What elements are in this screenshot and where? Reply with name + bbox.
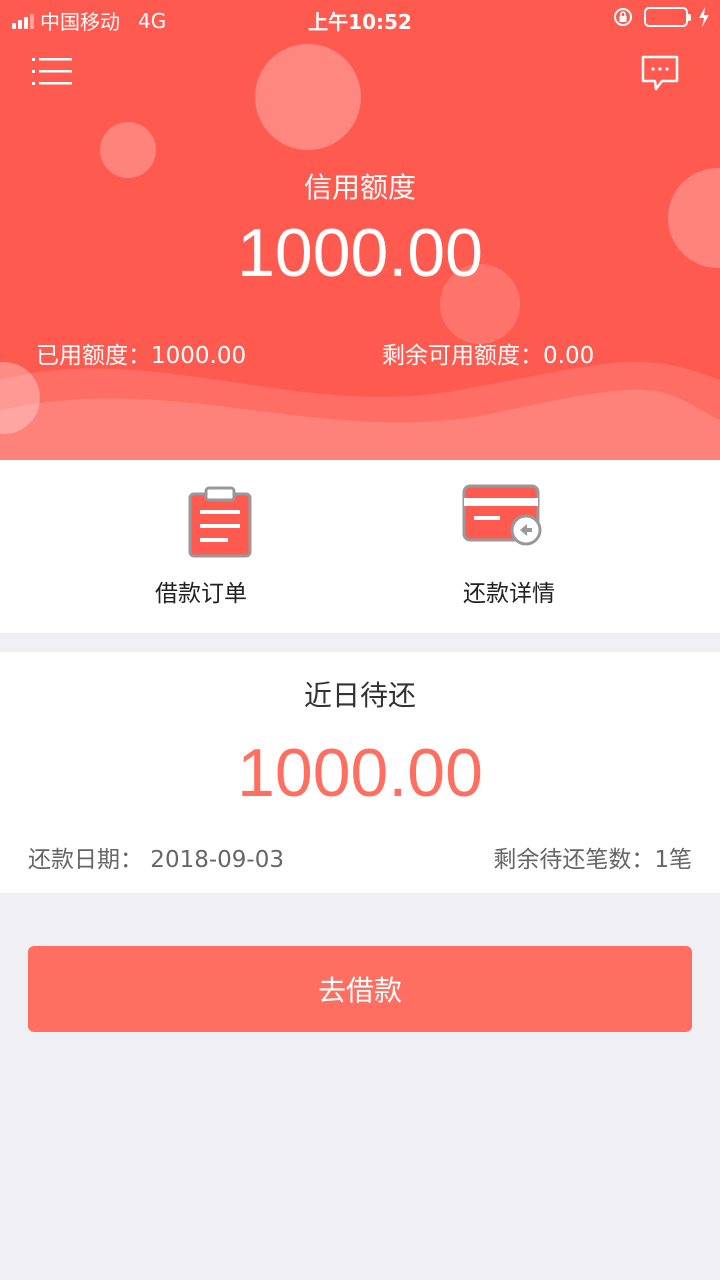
- quick-entries: 借款订单 还款详情: [0, 460, 720, 633]
- repayment-date: 还款日期： 2018-09-03: [28, 847, 284, 873]
- message-icon[interactable]: [640, 54, 680, 92]
- borrow-button[interactable]: 去借款: [28, 946, 692, 1032]
- card-repay-icon: [462, 484, 542, 546]
- credit-limit-label: 信用额度: [303, 171, 416, 204]
- repayment-details-label: 还款详情: [463, 581, 555, 607]
- credit-header: 中国移动 4G 上午10:52 信用额度 1000.00 已用额度：1000.0…: [0, 0, 720, 460]
- battery-icon: [644, 7, 691, 27]
- credit-limit-amount: 1000.00: [237, 215, 483, 291]
- repayment-details-entry[interactable]: 还款详情: [360, 460, 720, 633]
- status-bar: 中国移动 4G 上午10:52: [0, 0, 720, 36]
- used-credit: 已用额度：1000.00: [36, 343, 247, 369]
- clipboard-order-icon: [188, 486, 252, 558]
- rotation-lock-icon: [614, 8, 632, 26]
- upcoming-repayment-amount: 1000.00: [237, 735, 483, 811]
- remaining-credit: 剩余可用额度：0.00: [382, 343, 595, 369]
- menu-icon[interactable]: [32, 56, 74, 88]
- charging-icon: [699, 7, 709, 27]
- remaining-repayment-count: 剩余待还笔数：1笔: [493, 847, 692, 873]
- upcoming-repayment-card: 近日待还 1000.00 还款日期： 2018-09-03 剩余待还笔数：1笔: [0, 652, 720, 893]
- upcoming-repayment-title: 近日待还: [303, 679, 416, 712]
